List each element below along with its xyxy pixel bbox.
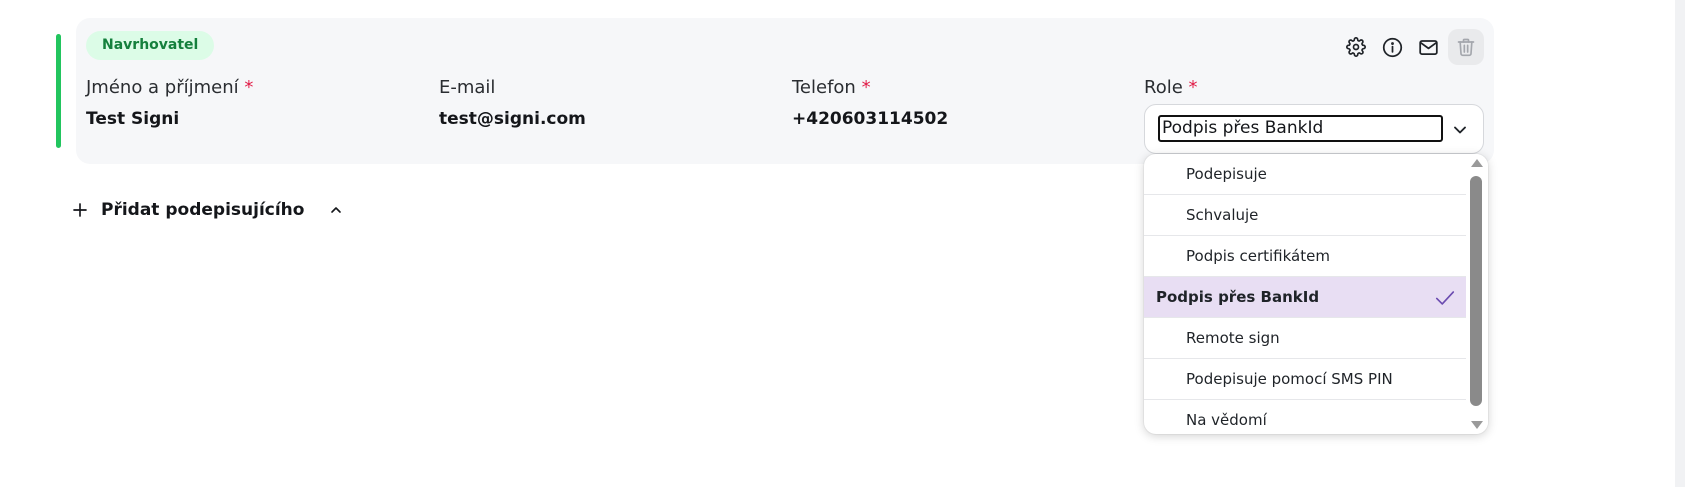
chevron-up-icon[interactable]: [326, 200, 346, 220]
email-button[interactable]: [1412, 31, 1444, 63]
required-mark: *: [1188, 77, 1198, 98]
name-label: Jméno a příjmení *: [86, 77, 254, 98]
role-option[interactable]: Na vědomí: [1144, 400, 1466, 434]
info-button[interactable]: [1376, 31, 1408, 63]
role-label: Role *: [1144, 77, 1198, 98]
scroll-up-arrow-icon[interactable]: [1471, 159, 1483, 167]
mail-icon: [1418, 39, 1438, 55]
phone-value: +420603114502: [792, 109, 949, 129]
name-field: Jméno a příjmení * Test Signi: [86, 76, 253, 130]
signer-card: Navrhovatel Jméno a příjmení * Test Sign…: [76, 18, 1494, 164]
settings-button[interactable]: [1340, 31, 1372, 63]
role-dropdown-list: Podepisuje Schvaluje Podpis certifikátem…: [1144, 154, 1488, 434]
name-value: Test Signi: [86, 109, 180, 129]
page-edge-strip: [1675, 0, 1685, 487]
trash-icon: [1457, 38, 1475, 57]
role-select-input[interactable]: Podpis přes BankId: [1158, 115, 1443, 142]
plus-icon: [70, 200, 90, 220]
role-option[interactable]: Schvaluje: [1144, 195, 1466, 236]
page: Navrhovatel Jméno a příjmení * Test Sign…: [0, 0, 1685, 487]
phone-label: Telefon *: [792, 77, 871, 98]
info-icon: [1382, 37, 1402, 57]
email-value: test@signi.com: [439, 109, 586, 129]
role-option[interactable]: Podepisuje pomocí SMS PIN: [1144, 359, 1466, 400]
scroll-down-arrow-icon[interactable]: [1471, 421, 1483, 429]
role-option[interactable]: Remote sign: [1144, 318, 1466, 359]
required-mark: *: [244, 77, 254, 98]
role-option[interactable]: Podpis certifikátem: [1144, 236, 1466, 277]
role-option-label: Podpis přes BankId: [1156, 288, 1320, 306]
role-option[interactable]: Podepisuje: [1144, 154, 1466, 195]
required-mark: *: [861, 77, 871, 98]
signer-actions: [1340, 29, 1484, 65]
role-field: Role *: [1144, 76, 1198, 100]
check-icon: [1435, 291, 1455, 305]
signer-type-badge: Navrhovatel: [86, 31, 215, 60]
dropdown-scrollbar[interactable]: [1466, 154, 1488, 434]
signer-accent-bar: [56, 34, 61, 148]
delete-signer-button[interactable]: [1448, 29, 1484, 65]
role-select[interactable]: Podpis přes BankId: [1144, 104, 1484, 154]
gear-icon: [1346, 37, 1366, 57]
phone-field: Telefon * +420603114502: [792, 76, 948, 130]
email-field: E-mail test@signi.com: [439, 76, 586, 130]
scroll-thumb[interactable]: [1470, 176, 1482, 406]
add-signer-button[interactable]: Přidat podepisujícího: [70, 197, 346, 223]
chevron-down-icon[interactable]: [1449, 119, 1471, 141]
add-signer-label: Přidat podepisujícího: [101, 200, 305, 220]
role-option-selected[interactable]: Podpis přes BankId: [1144, 277, 1466, 318]
email-label: E-mail: [439, 77, 496, 98]
